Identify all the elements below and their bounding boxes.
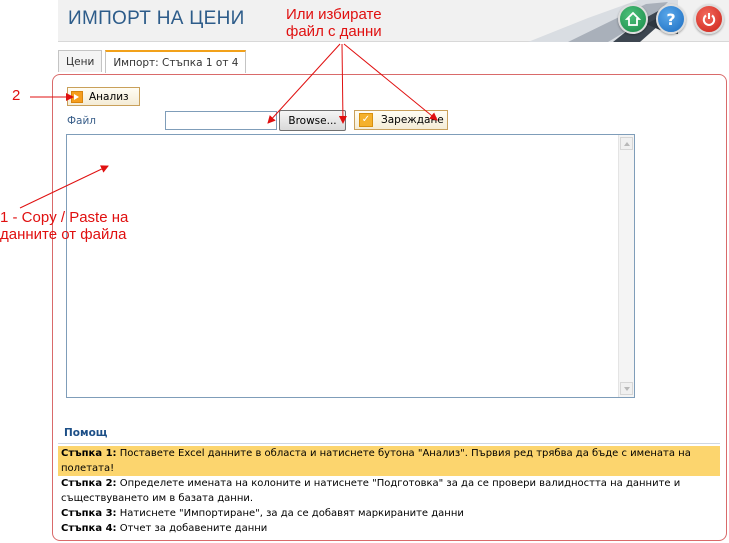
tab-prices[interactable]: Цени	[58, 50, 103, 72]
load-button[interactable]: ✓ Зареждане	[354, 110, 448, 130]
browse-button[interactable]: Browse...	[279, 110, 346, 131]
step-label: Стъпка 3:	[61, 508, 117, 519]
help-step-1: Стъпка 1: Поставете Excel данните в обла…	[58, 446, 720, 476]
step-text: Определете имената на колоните и натисне…	[61, 478, 681, 504]
step-text: Отчет за добавените данни	[116, 523, 268, 534]
step-label: Стъпка 4:	[61, 523, 117, 534]
play-icon	[71, 90, 83, 103]
paste-textarea[interactable]	[66, 134, 635, 398]
annotation-line: файл с данни	[286, 23, 382, 40]
help-icon[interactable]: ?	[656, 4, 686, 34]
tab-bar: Цени Импорт: Стъпка 1 от 4	[58, 50, 249, 73]
step-label: Стъпка 2:	[61, 478, 117, 489]
help-title: Помощ	[64, 427, 108, 439]
tab-import-step[interactable]: Импорт: Стъпка 1 от 4	[105, 50, 247, 73]
divider	[58, 443, 720, 444]
power-icon[interactable]	[694, 4, 724, 34]
help-step-4: Стъпка 4: Отчет за добавените данни	[58, 521, 720, 536]
home-icon[interactable]	[618, 4, 648, 34]
annotation-step-2: 2	[12, 87, 21, 104]
analyze-button[interactable]: Анализ	[67, 87, 140, 106]
file-label: Файл	[67, 115, 97, 127]
load-label: Зареждане	[381, 114, 444, 126]
help-step-2: Стъпка 2: Определете имената на колоните…	[58, 476, 720, 506]
annotation-copy-paste: 1 - Copy / Paste на данните от файла	[0, 209, 128, 243]
page-title: ИМПОРТ НА ЦЕНИ	[68, 8, 245, 29]
analyze-label: Анализ	[89, 90, 129, 103]
annotation-line: 1 - Copy / Paste на	[0, 209, 129, 226]
scroll-down-icon[interactable]	[620, 382, 633, 395]
scroll-up-icon[interactable]	[620, 137, 633, 150]
file-path-input[interactable]	[165, 111, 277, 130]
step-label: Стъпка 1:	[61, 448, 117, 459]
annotation-choose-file: Или избирате файл с данни	[286, 6, 382, 40]
step-text: Натиснете "Импортиране", за да се добавя…	[116, 508, 464, 519]
annotation-line: данните от файла	[0, 226, 127, 243]
step-text: Поставете Excel данните в областа и нати…	[61, 448, 691, 474]
vertical-scrollbar[interactable]	[618, 135, 634, 397]
check-icon: ✓	[359, 113, 373, 127]
annotation-line: Или избирате	[286, 6, 382, 23]
help-step-3: Стъпка 3: Натиснете "Импортиране", за да…	[58, 506, 720, 521]
help-steps: Стъпка 1: Поставете Excel данните в обла…	[58, 446, 720, 536]
app-header: ИМПОРТ НА ЦЕНИ ?	[58, 0, 729, 42]
